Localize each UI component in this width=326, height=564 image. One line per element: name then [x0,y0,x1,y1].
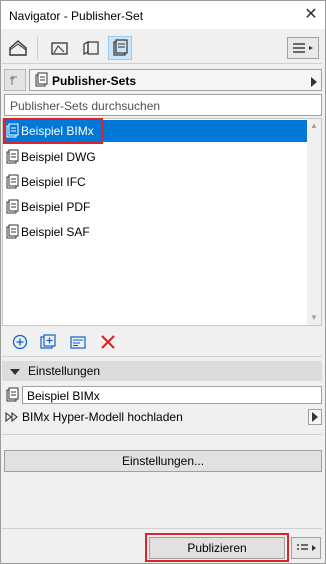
up-arrow-icon[interactable] [4,69,26,91]
search-field[interactable] [4,94,322,116]
list-item-label: Beispiel PDF [21,200,91,214]
search-input[interactable] [8,96,312,116]
toolbar-divider [2,63,322,64]
toolbar-separator [37,37,38,59]
settings-section-header[interactable]: Einstellungen [2,361,322,381]
settings-divider [2,434,322,435]
publisher-set-icon [6,387,20,406]
list-item-beispiel-ifc[interactable]: Beispiel IFC [4,171,309,193]
list-item-beispiel-dwg[interactable]: Beispiel DWG [4,146,309,168]
publisher-set-icon [6,199,20,218]
scroll-down-icon[interactable]: ▼ [308,313,320,323]
hamburger-menu-icon[interactable] [287,37,319,59]
close-icon[interactable]: ✕ [301,5,321,25]
list-item-beispiel-saf[interactable]: Beispiel SAF [4,221,309,243]
set-name-value: Beispiel BIMx [27,389,100,403]
list-item-label: Beispiel DWG [21,150,96,164]
publisher-sets-icon[interactable] [108,36,132,60]
actions-divider [2,356,322,357]
delete-icon[interactable] [98,332,118,352]
footer-divider [2,528,322,529]
project-map-icon[interactable] [6,36,30,60]
publisher-sets-selector[interactable]: Publisher-Sets [29,69,322,91]
highlight-box-publish [145,533,289,562]
publisher-sets-icon [34,72,50,91]
highlight-box-selected-item [3,118,103,144]
publisher-set-icon [6,174,20,193]
set-name-field[interactable]: Beispiel BIMx [22,386,322,404]
collapse-triangle-icon [10,366,20,380]
format-label: BIMx Hyper-Modell hochladen [22,410,183,424]
publish-options-icon[interactable] [291,537,321,559]
list-scrollbar[interactable] [307,119,321,325]
format-arrows-icon [5,411,21,426]
settings-button[interactable]: Einstellungen... [4,450,322,472]
title-bar: Navigator - Publisher-Set ✕ [1,1,325,29]
window-title: Navigator - Publisher-Set [9,9,144,23]
view-map-icon[interactable] [48,36,72,60]
set-properties-icon[interactable] [68,332,88,352]
list-item-beispiel-pdf[interactable]: Beispiel PDF [4,196,309,218]
list-item-label: Beispiel SAF [21,225,90,239]
publisher-set-icon [6,224,20,243]
scroll-up-icon[interactable]: ▲ [308,121,320,131]
list-item-label: Beispiel IFC [21,175,86,189]
format-options-chevron-icon[interactable] [308,409,322,425]
chevron-right-icon [311,76,317,90]
publisher-set-list: Beispiel BIMx Beispiel DWG Beispiel IFC … [2,118,322,326]
publisher-set-icon [6,149,20,168]
selector-label: Publisher-Sets [52,74,137,88]
settings-section-title: Einstellungen [28,364,101,378]
add-folder-icon[interactable] [10,332,30,352]
new-publisher-set-icon[interactable] [38,332,58,352]
layout-book-icon[interactable] [79,36,103,60]
